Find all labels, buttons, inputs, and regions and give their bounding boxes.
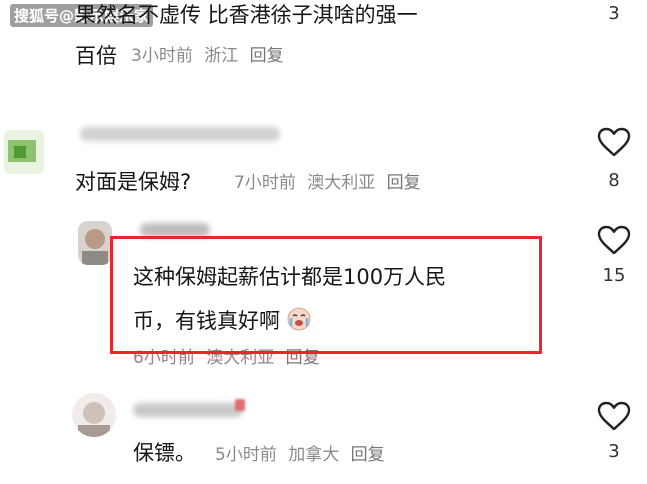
comment-4: 保镖。 5小时前 加拿大 回复 3 — [0, 385, 647, 484]
like-count: 3 — [608, 3, 620, 24]
heart-outline-icon[interactable] — [597, 401, 631, 431]
comment-4-meta: 5小时前 加拿大 回复 — [215, 443, 385, 467]
comment-1-text-line2: 百倍 — [75, 44, 117, 68]
username-blurred[interactable] — [80, 127, 280, 141]
avatar-image — [72, 393, 116, 437]
username-badge — [235, 399, 245, 411]
avatar-image — [78, 221, 112, 265]
heart-outline-icon[interactable] — [597, 225, 631, 255]
comment-1-meta: 3小时前 浙江 回复 — [131, 44, 284, 68]
highlight-box — [110, 236, 542, 354]
comment-2: 对面是保姆? 7小时前 澳大利亚 回复 8 — [0, 115, 647, 205]
reply-button[interactable]: 回复 — [351, 445, 385, 465]
reply-button[interactable]: 回复 — [387, 173, 421, 193]
like-count: 15 — [602, 265, 626, 286]
comment-4-text: 保镖。 — [133, 441, 196, 465]
avatar[interactable] — [4, 130, 44, 174]
avatar[interactable] — [78, 221, 112, 265]
comment-location: 浙江 — [204, 46, 239, 66]
like-count: 3 — [608, 441, 620, 462]
comment-location: 澳大利亚 — [307, 173, 376, 193]
comment-time: 7小时前 — [234, 173, 296, 193]
username-blurred[interactable] — [140, 223, 210, 237]
comment-2-text: 对面是保姆? — [75, 170, 192, 194]
reply-button[interactable]: 回复 — [250, 46, 284, 66]
comment-location: 加拿大 — [288, 445, 340, 465]
like-count: 8 — [608, 170, 620, 191]
username-blurred[interactable] — [133, 403, 243, 417]
comment-1: 果然名不虚传 比香港徐子淇啥的强一 百倍 3小时前 浙江 回复 3 — [0, 0, 647, 80]
comment-time: 3小时前 — [131, 46, 193, 66]
comment-time: 5小时前 — [215, 445, 277, 465]
avatar-image — [4, 130, 44, 174]
comment-2-meta: 7小时前 澳大利亚 回复 — [234, 171, 421, 195]
avatar[interactable] — [72, 393, 116, 437]
comment-1-text-line1: 果然名不虚传 比香港徐子淇啥的强一 — [75, 3, 418, 27]
heart-outline-icon[interactable] — [597, 127, 631, 157]
